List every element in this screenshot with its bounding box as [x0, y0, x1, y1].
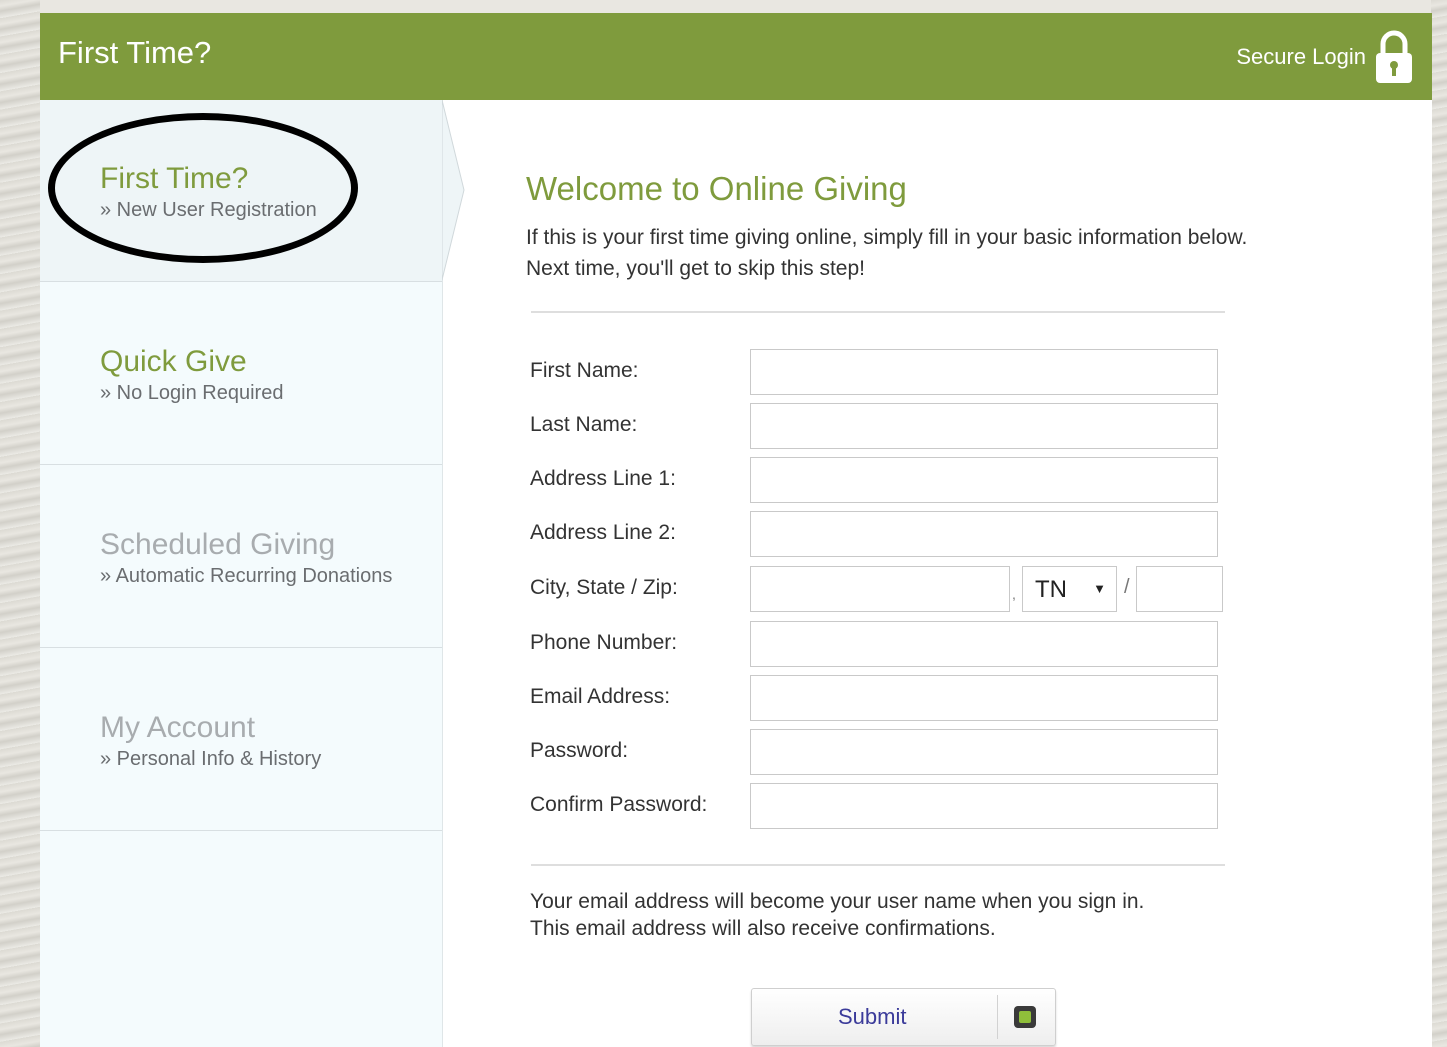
first-name-row: First Name:: [530, 349, 1230, 395]
city-state-zip-row: City, State / Zip: , TN ▼ /: [530, 566, 1230, 612]
city-state-zip-label: City, State / Zip:: [530, 576, 678, 599]
state-select[interactable]: TN ▼: [1022, 566, 1117, 612]
submit-button-separator: [997, 995, 998, 1039]
active-indicator-arrow: [442, 100, 465, 280]
sidebar-nav: First Time? » New User Registration Quic…: [40, 100, 443, 1047]
last-name-label: Last Name:: [530, 413, 638, 436]
email-note-line-2: This email address will also receive con…: [530, 917, 996, 940]
last-name-row: Last Name:: [530, 403, 1230, 449]
phone-input[interactable]: [750, 621, 1218, 667]
email-note: Your email address will become your user…: [530, 888, 1144, 942]
confirm-password-input[interactable]: [750, 783, 1218, 829]
sidebar-item-subtitle: » New User Registration: [100, 199, 317, 221]
background-texture-right: [1431, 0, 1447, 1047]
confirm-password-row: Confirm Password:: [530, 783, 1230, 829]
sidebar-item-scheduled-giving: Scheduled Giving » Automatic Recurring D…: [40, 466, 442, 648]
address1-input[interactable]: [750, 457, 1218, 503]
header-bar: First Time? Secure Login: [40, 13, 1432, 100]
phone-label: Phone Number:: [530, 631, 678, 654]
password-label: Password:: [530, 739, 629, 762]
last-name-input[interactable]: [750, 403, 1218, 449]
intro-line-2: Next time, you'll get to skip this step!: [526, 257, 865, 280]
divider-bottom: [531, 864, 1225, 866]
address2-input[interactable]: [750, 511, 1218, 557]
email-note-line-1: Your email address will become your user…: [530, 890, 1145, 913]
background-texture-left: [0, 0, 40, 1047]
email-input[interactable]: [750, 675, 1218, 721]
password-input[interactable]: [750, 729, 1218, 775]
email-label: Email Address:: [530, 685, 671, 708]
first-name-label: First Name:: [530, 359, 639, 382]
sidebar-item-quick-give[interactable]: Quick Give » No Login Required: [40, 283, 442, 465]
email-row: Email Address:: [530, 675, 1230, 721]
city-state-comma: ,: [1012, 586, 1016, 602]
page-title: Welcome to Online Giving: [526, 170, 907, 207]
sidebar-item-first-time[interactable]: First Time? » New User Registration: [40, 100, 442, 282]
sidebar-item-subtitle: » Personal Info & History: [100, 748, 322, 770]
zip-input[interactable]: [1136, 566, 1223, 612]
address1-label: Address Line 1:: [530, 467, 676, 490]
intro-line-1: If this is your first time giving online…: [526, 226, 1248, 249]
go-arrow-icon: [1014, 1006, 1036, 1028]
password-row: Password:: [530, 729, 1230, 775]
secure-login: Secure Login: [1236, 29, 1414, 85]
confirm-password-label: Confirm Password:: [530, 793, 708, 816]
secure-login-label: Secure Login: [1236, 44, 1366, 69]
sidebar-item-my-account: My Account » Personal Info & History: [40, 649, 442, 831]
sidebar-item-subtitle: » No Login Required: [100, 382, 284, 404]
state-zip-slash: /: [1124, 576, 1130, 598]
giving-panel: First Time? Secure Login First Time? » N…: [40, 13, 1432, 1047]
header-title: First Time?: [58, 35, 212, 70]
state-select-value: TN: [1035, 576, 1067, 603]
sidebar-item-title: Quick Give: [100, 345, 247, 378]
first-name-input[interactable]: [750, 349, 1218, 395]
sidebar-item-title: Scheduled Giving: [100, 528, 336, 561]
city-input[interactable]: [750, 566, 1010, 612]
sidebar-item-subtitle: » Automatic Recurring Donations: [100, 565, 393, 587]
address1-row: Address Line 1:: [530, 457, 1230, 503]
address2-label: Address Line 2:: [530, 521, 676, 544]
caret-down-icon: ▼: [1093, 581, 1106, 596]
submit-button[interactable]: Submit: [751, 988, 1056, 1046]
lock-icon: [1376, 30, 1412, 83]
sidebar-item-title: First Time?: [100, 162, 249, 195]
submit-button-label: Submit: [838, 1004, 907, 1029]
sidebar-item-title: My Account: [100, 711, 256, 744]
address2-row: Address Line 2:: [530, 511, 1230, 557]
intro-text: If this is your first time giving online…: [526, 222, 1247, 284]
phone-row: Phone Number:: [530, 621, 1230, 667]
divider-top: [531, 311, 1225, 313]
